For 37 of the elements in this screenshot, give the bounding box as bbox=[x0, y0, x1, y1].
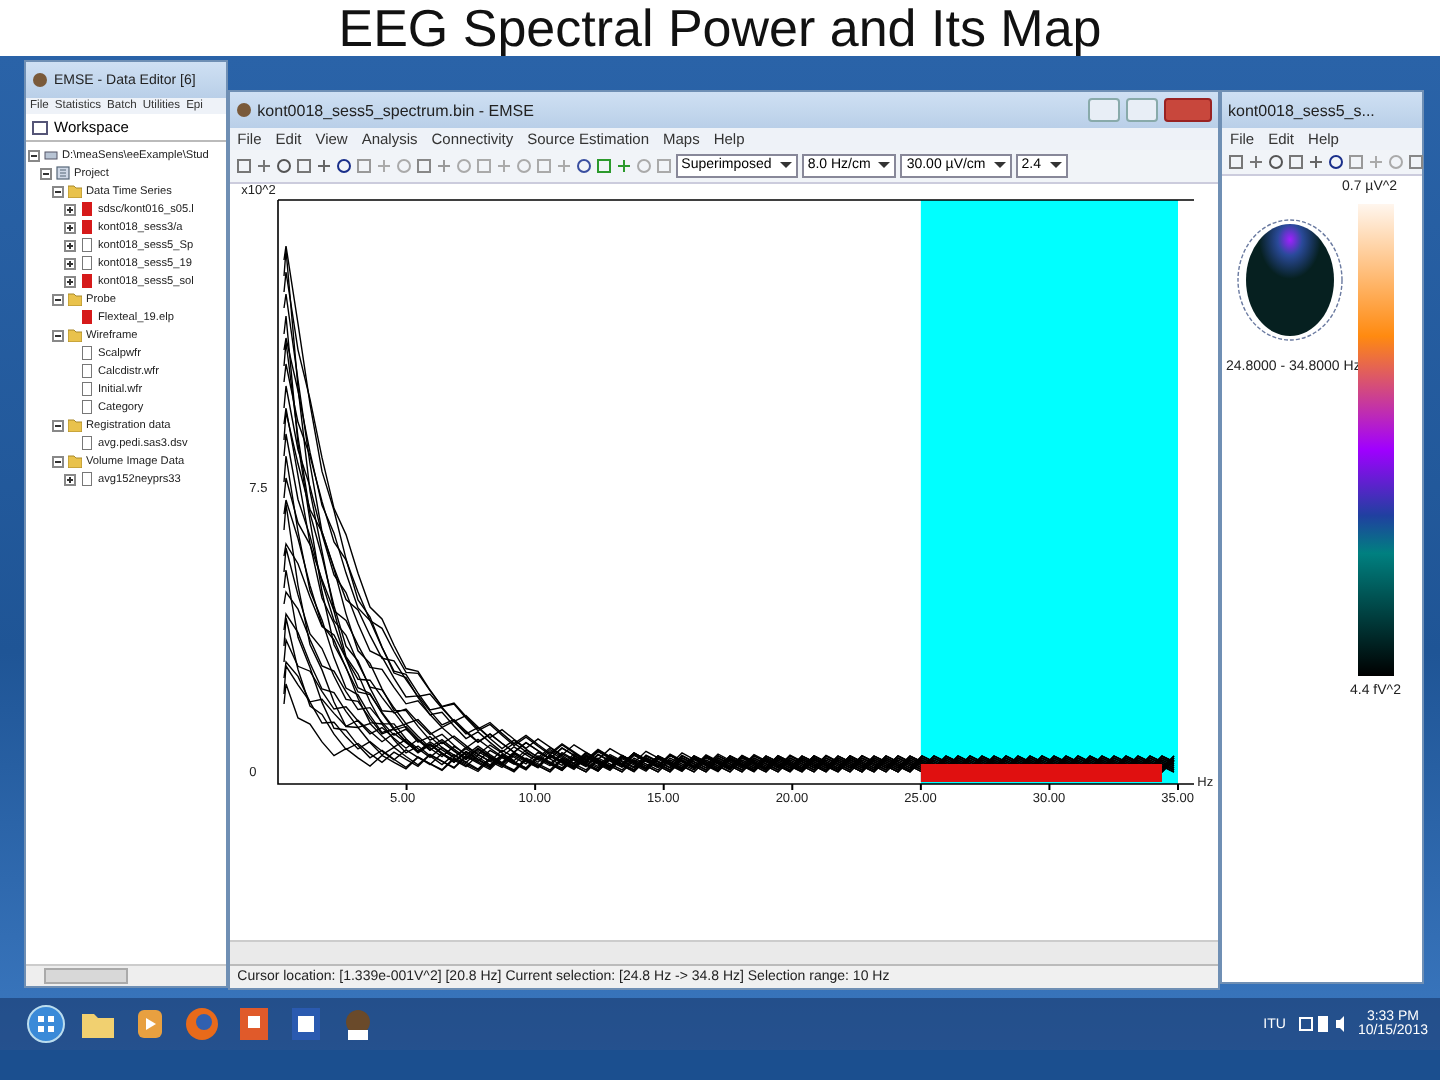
collapse-icon[interactable] bbox=[52, 293, 64, 305]
collapse-icon[interactable] bbox=[52, 455, 64, 467]
folder-icon bbox=[68, 184, 82, 198]
folder-icon bbox=[68, 328, 82, 342]
project-icon bbox=[56, 166, 70, 180]
app-icon bbox=[235, 102, 252, 118]
document-icon bbox=[80, 310, 94, 324]
window-title: kont0018_sess5_s... bbox=[1228, 101, 1377, 119]
collapse-icon[interactable] bbox=[28, 149, 40, 161]
expand-icon[interactable] bbox=[64, 239, 76, 251]
collapse-icon[interactable] bbox=[40, 167, 52, 179]
expand-icon[interactable] bbox=[64, 203, 76, 215]
scrollbar-thumb[interactable] bbox=[44, 968, 128, 984]
toolbar-icon[interactable] bbox=[1308, 154, 1324, 170]
expand-icon[interactable] bbox=[64, 473, 76, 485]
document-icon bbox=[80, 472, 94, 486]
expand-icon[interactable] bbox=[64, 221, 76, 233]
collapse-icon[interactable] bbox=[52, 419, 64, 431]
start-button[interactable] bbox=[24, 1004, 68, 1044]
expand-icon[interactable] bbox=[64, 257, 76, 269]
window-title: kont0018_sess5_spectrum.bin - EMSE bbox=[257, 101, 536, 119]
folder-icon bbox=[68, 418, 82, 432]
toolbar-icon[interactable] bbox=[315, 158, 332, 174]
app-icon bbox=[32, 72, 48, 88]
slide-title: EEG Spectral Power and Its Map bbox=[338, 0, 1102, 56]
workspace-icon bbox=[32, 119, 48, 135]
minimize-button[interactable] bbox=[1088, 98, 1120, 122]
tray-icons-drawing[interactable] bbox=[1297, 1014, 1346, 1034]
horizontal-scrollbar[interactable] bbox=[229, 940, 1218, 964]
collapse-icon[interactable] bbox=[52, 329, 64, 341]
collapse-icon[interactable] bbox=[52, 185, 64, 197]
folder-icon bbox=[68, 292, 82, 306]
folder-icon bbox=[68, 454, 82, 468]
expand-icon[interactable] bbox=[64, 275, 76, 287]
document-icon bbox=[80, 436, 94, 450]
drive-icon bbox=[44, 148, 58, 162]
maximize-button[interactable] bbox=[1126, 98, 1158, 122]
